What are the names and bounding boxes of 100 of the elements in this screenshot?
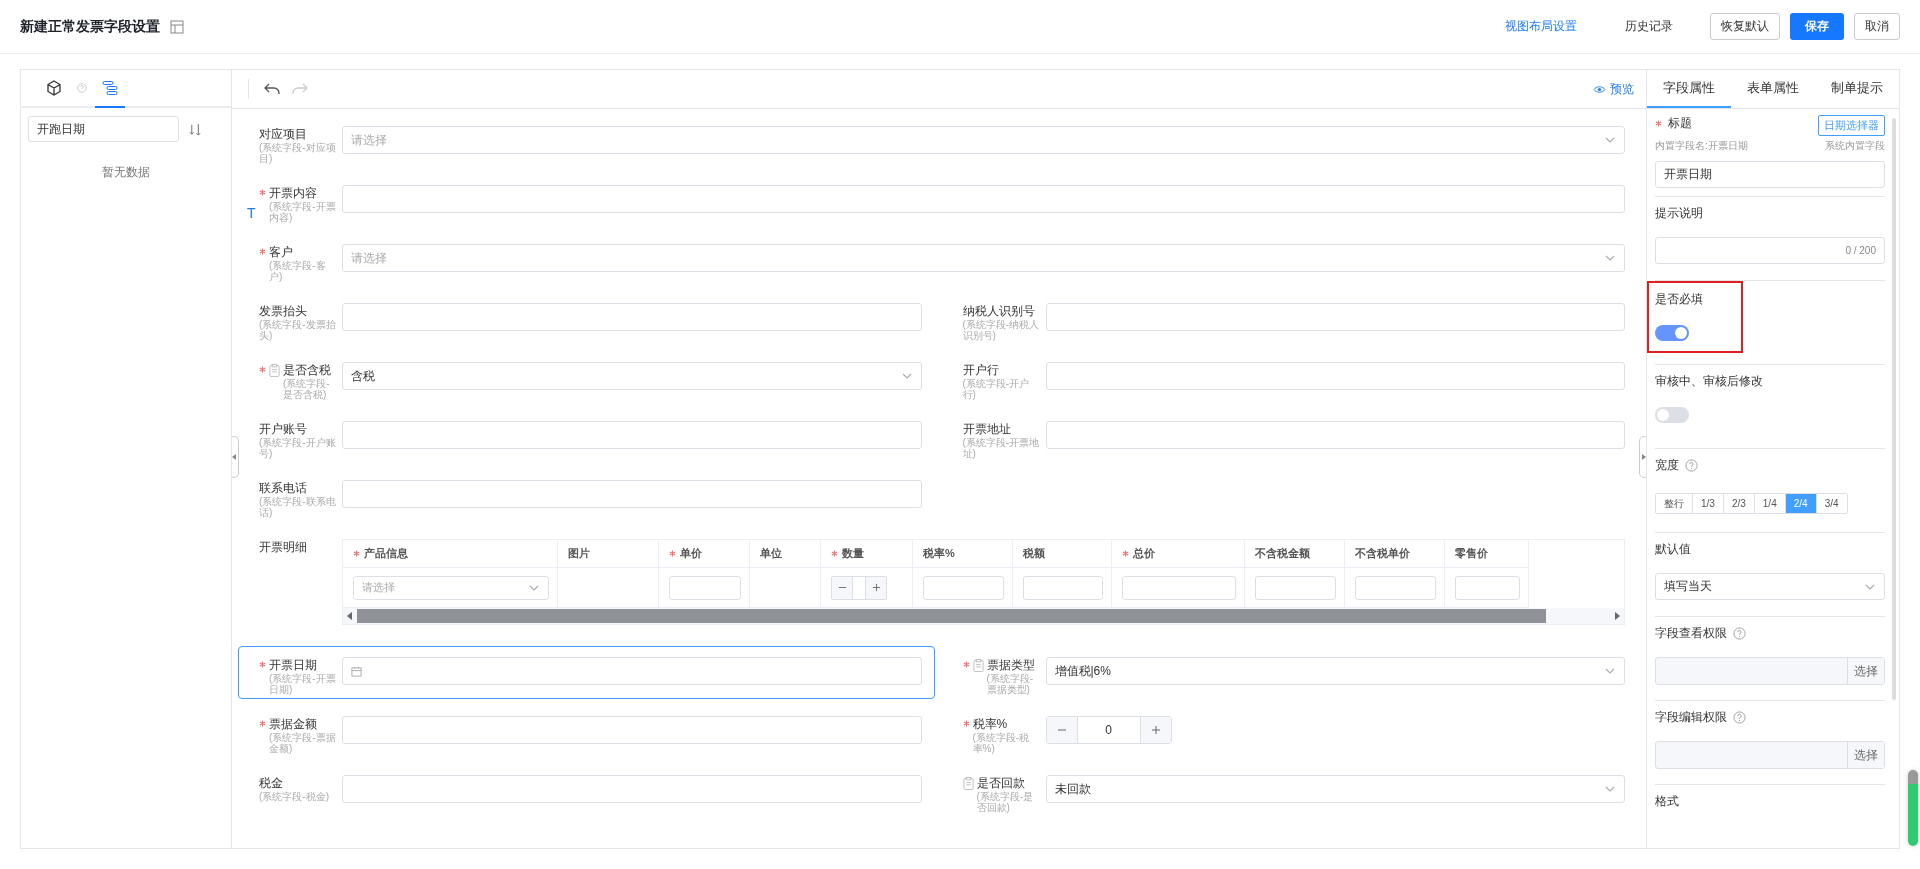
field-label: 税金 xyxy=(259,775,284,791)
layout-icon[interactable] xyxy=(170,19,184,34)
field-label: 纳税人识别号 xyxy=(962,303,1036,319)
input-field[interactable] xyxy=(342,775,922,803)
char-counter: 0 / 200 xyxy=(1845,245,1876,256)
field-sublabel: (系统字段-票据类型) xyxy=(986,673,1035,695)
input-field[interactable] xyxy=(1122,575,1236,600)
field-sublabel: (系统字段-开票地址) xyxy=(962,437,1041,459)
action-button[interactable]: 恢复默认 xyxy=(1710,13,1780,40)
input-field[interactable] xyxy=(1355,575,1436,600)
panel-tab[interactable]: 字段属性 xyxy=(1647,70,1731,108)
description-field[interactable]: 0 / 200 xyxy=(1655,237,1885,264)
input-field[interactable] xyxy=(1455,575,1520,600)
sort-icon[interactable] xyxy=(189,122,202,136)
select-field[interactable]: 填写当天 xyxy=(1655,573,1885,600)
form-field[interactable]: 是否含税 (系统字段-是否含税) 含税 xyxy=(238,351,935,404)
width-option[interactable]: 整行 xyxy=(1656,494,1693,513)
history-button[interactable]: 历史记录 xyxy=(1614,13,1684,40)
select-button[interactable]: 选择 xyxy=(1847,658,1884,684)
outline-icon xyxy=(102,80,118,96)
text-type-marker: T xyxy=(247,205,256,221)
preview-button[interactable]: 预览 xyxy=(1593,80,1634,98)
input-field[interactable] xyxy=(1045,421,1625,449)
field-sublabel: (系统字段-税金) xyxy=(259,791,330,802)
horizontal-scrollbar[interactable] xyxy=(342,608,1625,625)
select-field[interactable]: 增值税|6% xyxy=(1045,657,1625,685)
form-field[interactable]: 纳税人识别号 (系统字段-纳税人识别号) xyxy=(941,292,1638,345)
field-label: 联系电话 xyxy=(259,480,308,496)
field-label: 是否含税 xyxy=(283,362,332,378)
scroll-right-icon xyxy=(1614,612,1620,620)
input-field[interactable] xyxy=(1045,303,1625,331)
form-field[interactable]: 是否回款 (系统字段-是否回款) 未回款 xyxy=(941,764,1638,817)
form-field[interactable]: 票据金额 (系统字段-票据金额) xyxy=(238,705,935,758)
input-field[interactable] xyxy=(1023,575,1103,600)
cube-icon xyxy=(46,80,62,96)
search-field[interactable]: 开跑日期 xyxy=(28,116,179,142)
input-field[interactable] xyxy=(1255,575,1336,600)
column-header: 图片 xyxy=(558,540,659,568)
select-button[interactable]: 选择 xyxy=(1847,742,1884,768)
input-field[interactable] xyxy=(342,303,922,331)
field-label: 开户账号 xyxy=(259,421,308,437)
input-field[interactable] xyxy=(342,480,922,508)
panel-tab[interactable]: 制单提示 xyxy=(1815,70,1899,108)
form-field[interactable]: 开户行 (系统字段-开户行) xyxy=(941,351,1638,404)
undo-icon[interactable] xyxy=(263,82,281,96)
field-sublabel: (系统字段-对应项目) xyxy=(259,142,337,164)
input-field[interactable] xyxy=(342,716,922,744)
form-field[interactable]: T 开票内容 (系统字段-开票内容) xyxy=(238,174,1638,227)
form-field[interactable]: 联系电话 (系统字段-联系电话) xyxy=(238,469,935,522)
form-field[interactable]: 开户账号 (系统字段-开户账号) xyxy=(238,410,935,463)
property-label: 格式 xyxy=(1655,793,1679,809)
panel-tab[interactable]: 表单属性 xyxy=(1731,70,1815,108)
input-field[interactable] xyxy=(669,575,741,600)
date-field[interactable] xyxy=(342,657,922,685)
layout-settings-link[interactable]: 视图布局设置 xyxy=(1494,13,1588,40)
form-field[interactable]: 对应项目 (系统字段-对应项目) 请选择 xyxy=(238,115,1638,168)
select-field[interactable]: 含税 xyxy=(342,362,922,390)
form-field[interactable]: 开票明细 产品信息 图片 单价 单位 数量 税率% 税额 总价 不含税金额 不含税单价 零售价 请选择 xyxy=(238,528,1638,640)
save-button[interactable]: 保存 xyxy=(1790,13,1844,40)
redo-icon[interactable] xyxy=(291,82,309,96)
scroll-left-icon xyxy=(347,612,353,620)
form-field[interactable]: 税金 (系统字段-税金) xyxy=(238,764,935,817)
property-label: 是否必填 xyxy=(1655,291,1703,307)
action-button[interactable]: 取消 xyxy=(1854,13,1900,40)
calendar-icon xyxy=(351,665,362,677)
number-stepper[interactable]: 0 xyxy=(1045,716,1172,744)
field-sublabel: (系统字段-税率%) xyxy=(972,732,1031,754)
page-title: 新建正常发票字段设置 xyxy=(20,17,160,36)
input-field[interactable] xyxy=(342,185,1625,213)
column-header: 零售价 xyxy=(1445,540,1529,568)
select-field[interactable]: 未回款 xyxy=(1045,775,1625,803)
form-field[interactable]: 客户 (系统字段-客户) 请选择 xyxy=(238,233,1638,286)
permission-field[interactable]: 选择 xyxy=(1655,741,1885,769)
input-field[interactable] xyxy=(1045,362,1625,390)
form-field[interactable]: 开票日期 (系统字段-开票日期) xyxy=(238,646,935,699)
vertical-scrollbar[interactable] xyxy=(1892,118,1896,700)
caret-left-icon xyxy=(232,454,236,460)
column-header: 不含税单价 xyxy=(1345,540,1445,568)
form-field[interactable]: 发票抬头 (系统字段-发票抬头) xyxy=(238,292,935,345)
form-field[interactable]: 开票地址 (系统字段-开票地址) xyxy=(941,410,1638,463)
input-field[interactable] xyxy=(342,421,922,449)
field-label: 票据类型 xyxy=(986,657,1036,673)
permission-field[interactable]: 选择 xyxy=(1655,657,1885,685)
input-field[interactable] xyxy=(923,575,1004,600)
number-stepper[interactable] xyxy=(831,575,887,600)
form-field[interactable]: 税率% (系统字段-税率%) 0 xyxy=(941,705,1638,758)
field-sublabel: (系统字段-纳税人识别号) xyxy=(962,319,1041,341)
column-header: 数量 xyxy=(821,540,913,568)
collapse-handle[interactable] xyxy=(232,436,239,478)
collapse-handle[interactable] xyxy=(1639,436,1646,478)
empty-text: 暂无数据 xyxy=(101,164,151,181)
form-field[interactable]: 票据类型 (系统字段-票据类型) 增值税|6% xyxy=(941,646,1638,699)
toggle-switch[interactable] xyxy=(1655,407,1689,423)
eye-icon xyxy=(1593,84,1606,94)
title-field[interactable]: 开票日期 xyxy=(1655,161,1885,188)
property-label: 审核中、审核后修改 xyxy=(1655,373,1763,389)
hint-text: 内置字段名:开票日期 xyxy=(1655,139,1748,153)
toggle-switch[interactable] xyxy=(1655,325,1689,341)
field-sublabel: (系统字段-票据金额) xyxy=(269,732,337,754)
field-label: 开户行 xyxy=(962,362,1000,378)
